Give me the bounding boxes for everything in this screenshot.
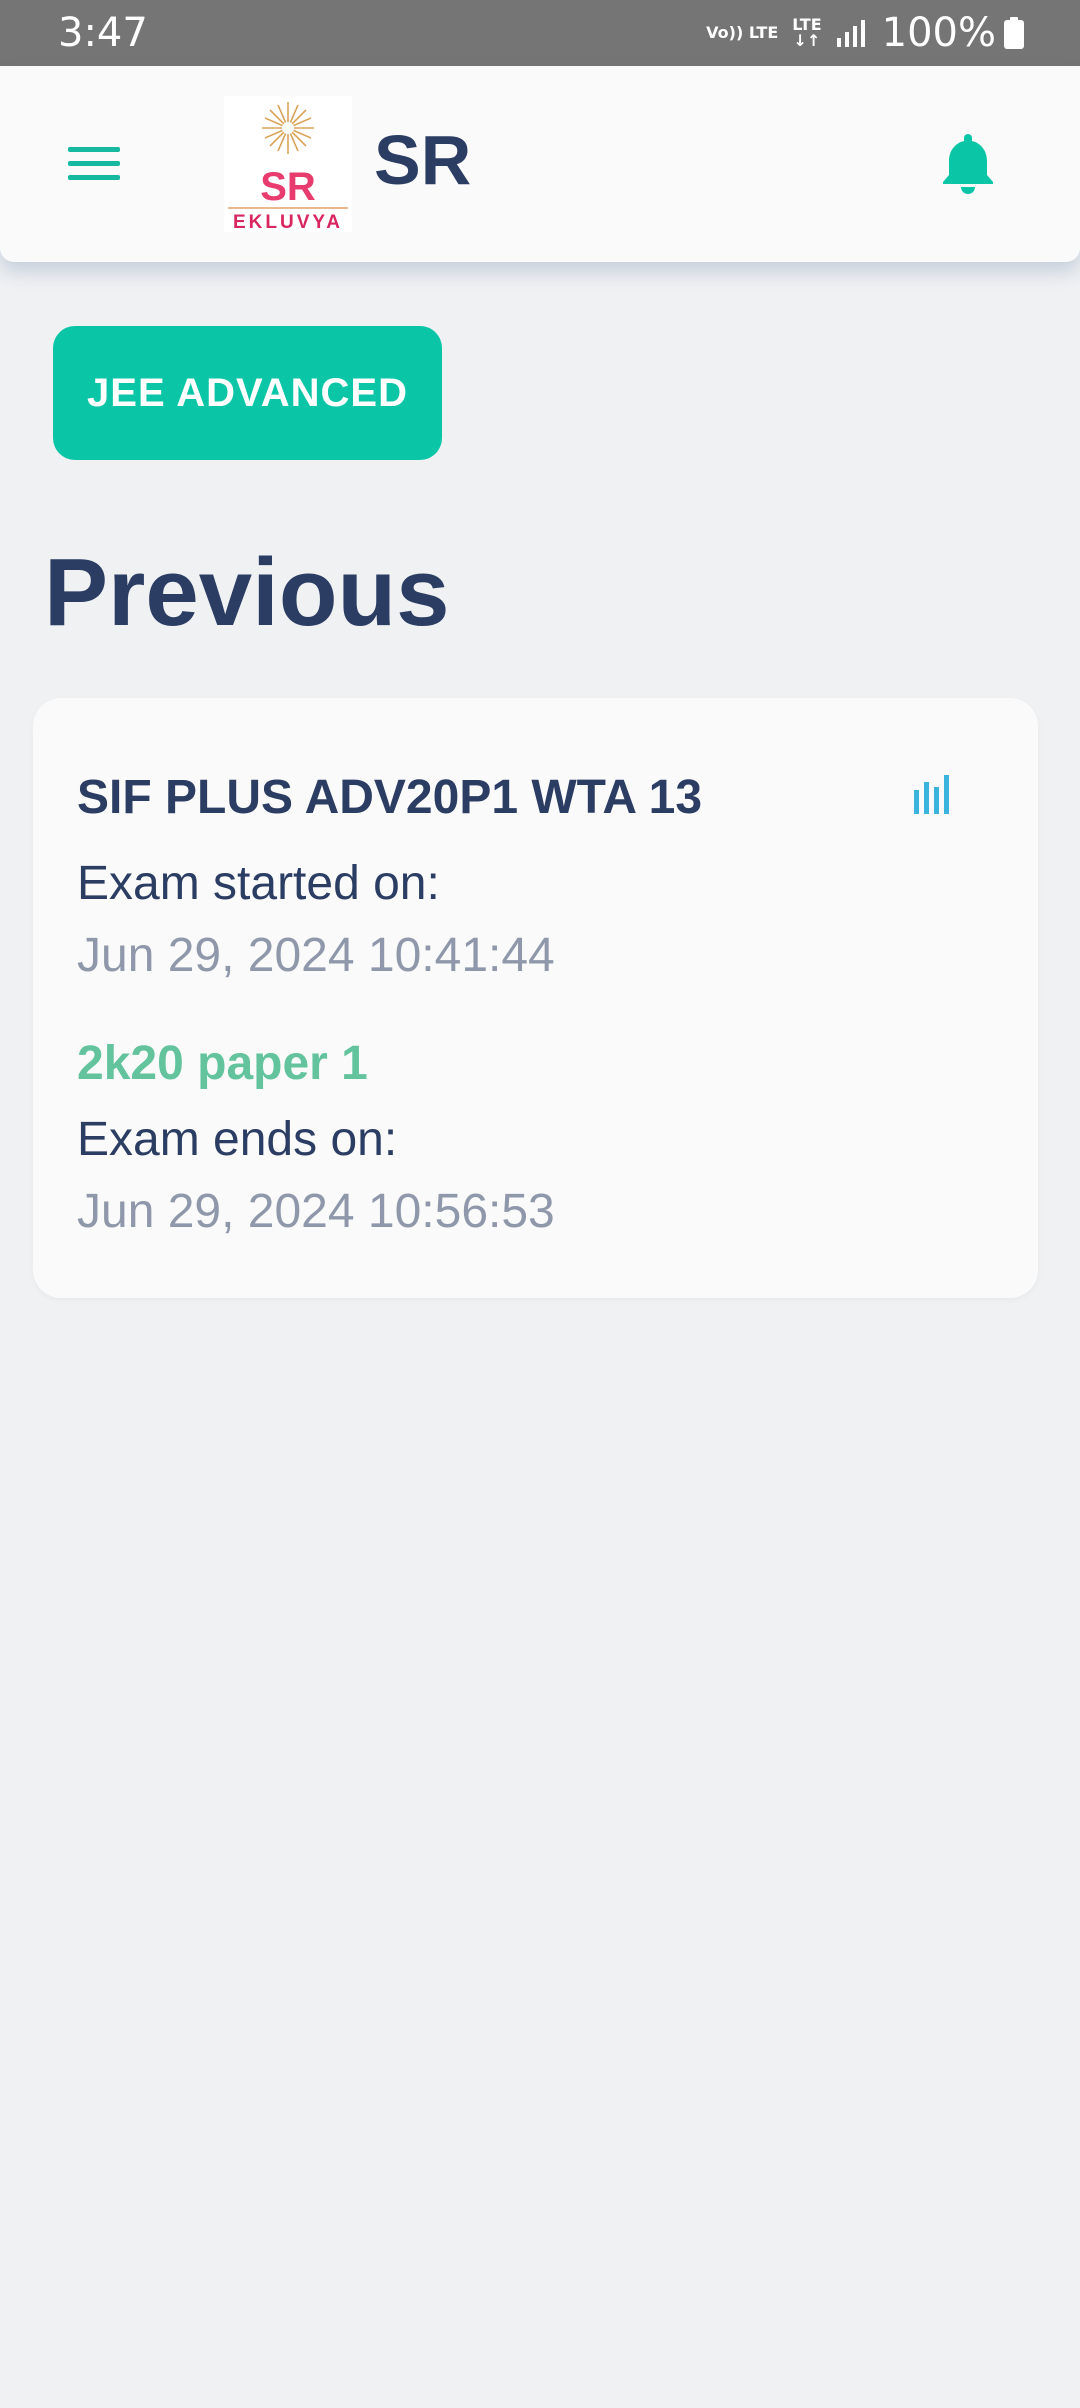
bar-chart-icon[interactable] <box>913 772 953 816</box>
logo-initials: SR <box>260 165 316 209</box>
exam-title: SIF PLUS ADV20P1 WTA 13 <box>77 771 703 824</box>
exam-ends-value: Jun 29, 2024 10:56:53 <box>77 1185 555 1238</box>
app-title: SR <box>374 121 472 199</box>
hamburger-icon[interactable] <box>66 144 122 184</box>
lte-indicator: LTE ↓↑ <box>792 17 821 49</box>
paper-name: 2k20 paper 1 <box>77 1037 368 1090</box>
exam-ends-label: Exam ends on: <box>77 1113 398 1166</box>
jee-advanced-button[interactable]: JEE ADVANCED <box>53 326 442 460</box>
logo-image: SR EKLUVYA <box>228 102 348 233</box>
status-time: 3:47 <box>58 10 148 56</box>
volte-indicator: Vo)) LTE <box>706 25 778 41</box>
data-arrows-icon: ↓↑ <box>793 31 821 50</box>
volte-label: Vo)) LTE <box>706 23 779 42</box>
signal-icon <box>836 20 865 47</box>
exam-started-value: Jun 29, 2024 10:41:44 <box>77 929 555 982</box>
app-logo: SR EKLUVYA <box>224 96 352 233</box>
exam-card[interactable]: SIF PLUS ADV20P1 WTA 13 Exam started on:… <box>33 698 1038 1298</box>
exam-started-label: Exam started on: <box>77 857 440 910</box>
bell-icon[interactable] <box>940 132 996 194</box>
logo-brand: EKLUVYA <box>233 212 343 232</box>
battery-icon <box>1004 17 1024 49</box>
status-bar: 3:47 Vo)) LTE LTE ↓↑ 100% <box>0 0 1080 66</box>
section-title: Previous <box>44 539 450 646</box>
battery-percent: 100% <box>881 10 996 56</box>
app-bar: SR EKLUVYA SR <box>0 66 1080 262</box>
status-indicators: Vo)) LTE LTE ↓↑ 100% <box>706 8 1024 58</box>
